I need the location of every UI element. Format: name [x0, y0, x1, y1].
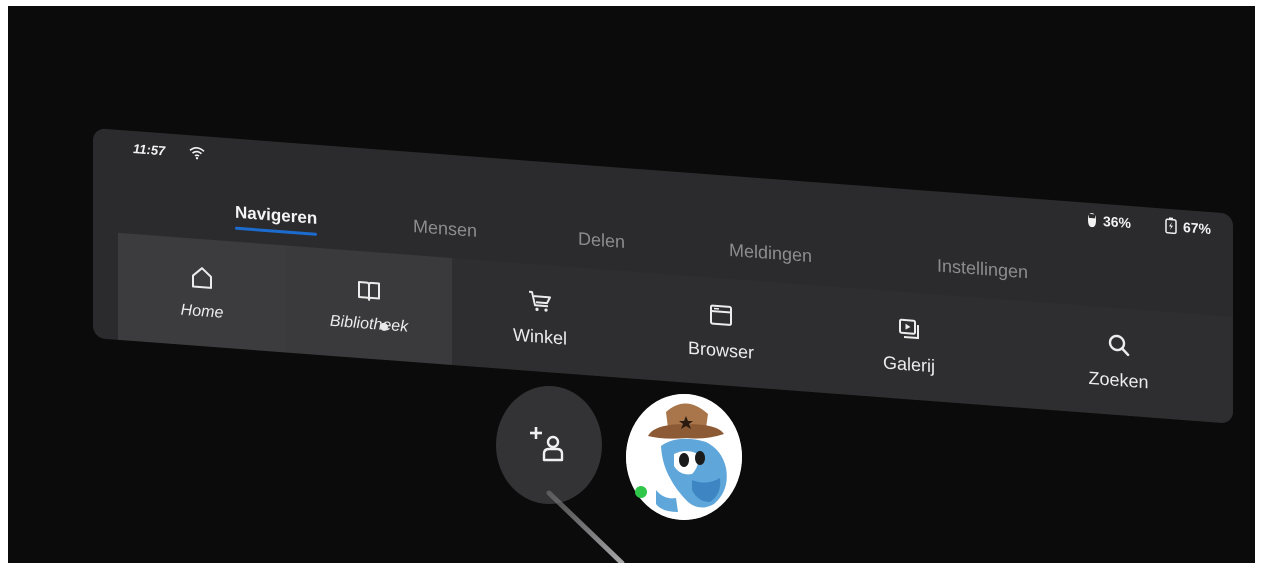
- tab-delen[interactable]: Delen: [578, 228, 625, 253]
- tab-instellingen[interactable]: Instellingen: [937, 255, 1028, 283]
- nav-home-label: Home: [180, 301, 224, 322]
- nav-bibliotheek-label: Bibliotheek: [329, 312, 409, 336]
- nav-galerij-label: Galerij: [882, 352, 935, 377]
- vr-viewport: 11:57 36% 67% Navigeren Mensen Delen Mel…: [8, 6, 1255, 563]
- gallery-icon: [899, 318, 919, 340]
- headset-battery-value: 67%: [1182, 218, 1211, 237]
- online-status-indicator: [635, 486, 647, 498]
- user-avatar[interactable]: [626, 394, 742, 520]
- nav-zoeken[interactable]: Zoeken: [1004, 299, 1233, 424]
- nav-winkel-label: Winkel: [512, 324, 567, 349]
- browser-window-icon: [710, 304, 732, 326]
- tab-mensen[interactable]: Mensen: [413, 216, 477, 242]
- book-icon: [358, 280, 380, 301]
- cart-icon: [529, 290, 551, 312]
- nav-winkel[interactable]: Winkel: [452, 257, 629, 379]
- add-person-icon: [530, 427, 564, 462]
- nav-bibliotheek[interactable]: Bibliotheek: [286, 245, 453, 366]
- headset-battery-icon: [1165, 217, 1177, 235]
- controller-battery-icon: [1087, 212, 1096, 227]
- search-icon: [1108, 334, 1129, 357]
- add-friend-button[interactable]: [496, 386, 602, 504]
- tab-navigeren[interactable]: Navigeren: [235, 203, 317, 229]
- avatar-image: [626, 394, 742, 520]
- nav-zoeken-label: Zoeken: [1088, 367, 1149, 393]
- tab-meldingen[interactable]: Meldingen: [729, 240, 812, 267]
- nav-home[interactable]: Home: [118, 232, 287, 353]
- home-icon: [192, 266, 212, 289]
- pointer-cursor: [380, 322, 388, 332]
- controller-battery: 36%: [1087, 211, 1131, 231]
- menu-panel: 11:57 36% 67% Navigeren Mensen Delen Mel…: [93, 128, 1233, 424]
- nav-galerij[interactable]: Galerij: [814, 285, 1005, 407]
- nav-browser[interactable]: Browser: [628, 271, 815, 393]
- clock: 11:57: [133, 141, 166, 159]
- headset-battery: 67%: [1165, 217, 1211, 237]
- controller-battery-value: 36%: [1102, 212, 1131, 231]
- battery-status: 36% 67%: [1087, 211, 1211, 237]
- wifi-icon: [189, 147, 205, 160]
- nav-browser-label: Browser: [687, 337, 754, 363]
